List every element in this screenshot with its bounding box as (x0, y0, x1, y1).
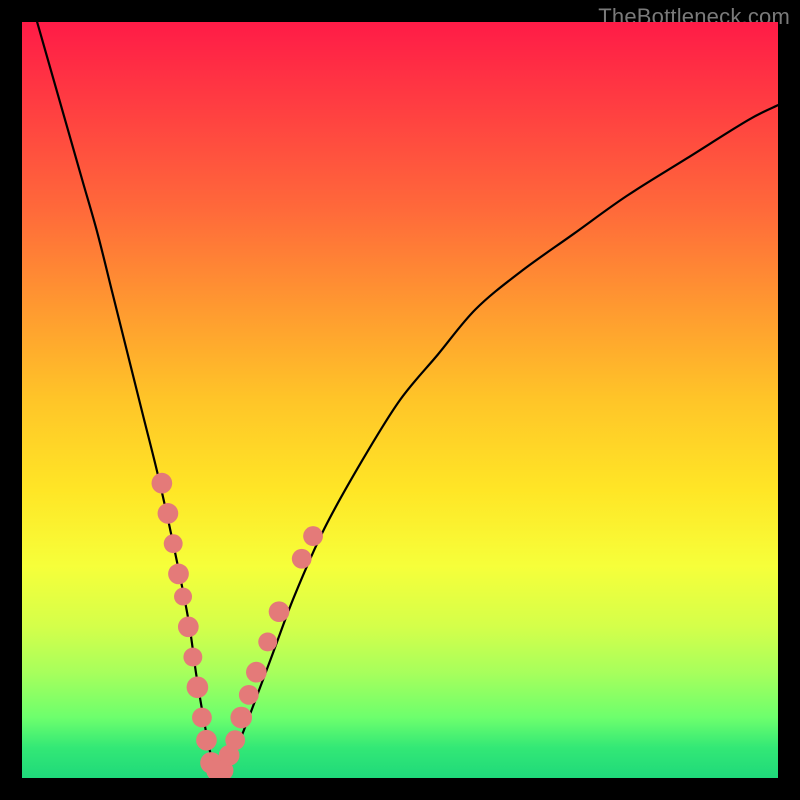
highlighted-point (183, 648, 202, 667)
bottleneck-curve-svg (22, 22, 778, 778)
highlighted-point (230, 707, 252, 729)
highlighted-points-group (152, 473, 323, 778)
highlighted-point (225, 730, 245, 750)
plot-area (22, 22, 778, 778)
highlighted-point (303, 526, 323, 546)
highlighted-point (196, 730, 217, 751)
bottleneck-curve-path (37, 22, 778, 772)
highlighted-point (187, 676, 209, 698)
highlighted-point (246, 662, 267, 683)
highlighted-point (178, 616, 199, 637)
highlighted-point (164, 534, 183, 553)
highlighted-point (258, 632, 277, 651)
chart-frame: TheBottleneck.com (0, 0, 800, 800)
highlighted-point (192, 708, 212, 728)
highlighted-point (269, 601, 290, 622)
highlighted-point (174, 588, 192, 606)
highlighted-point (168, 564, 189, 585)
highlighted-point (152, 473, 173, 494)
highlighted-point (292, 549, 312, 569)
highlighted-point (239, 685, 259, 705)
highlighted-point (158, 503, 179, 524)
